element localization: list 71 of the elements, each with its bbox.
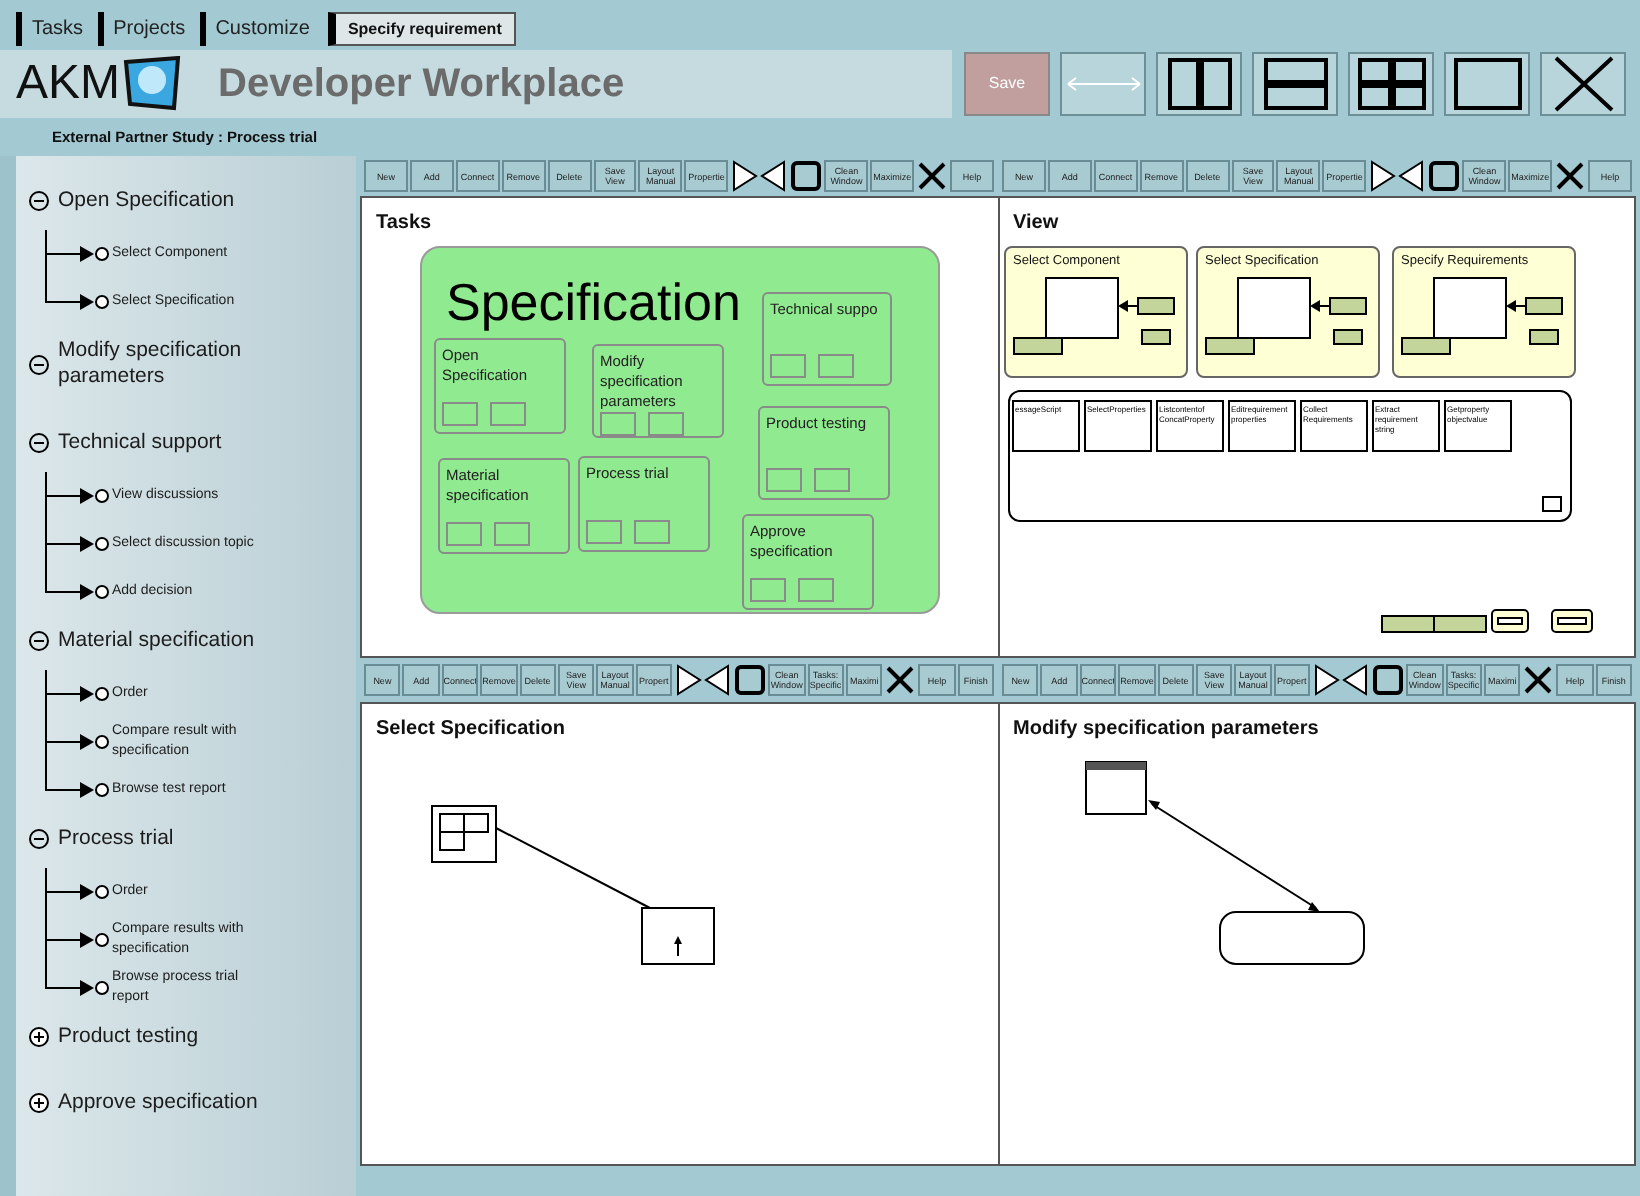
reverse-play-icon[interactable] (760, 160, 789, 192)
grid-icon (1355, 56, 1427, 112)
collapse-icon[interactable] (28, 432, 50, 454)
play-icon[interactable] (730, 160, 759, 192)
subtask-box (490, 402, 526, 426)
collapse-icon[interactable] (28, 630, 50, 652)
collapse-icon[interactable] (28, 353, 50, 375)
resize-box (1541, 496, 1561, 512)
close-icon[interactable] (1554, 160, 1587, 192)
collapse-icon[interactable] (28, 190, 50, 212)
reverse-play-icon[interactable] (704, 664, 733, 696)
window-icon[interactable] (734, 664, 767, 696)
window-icon[interactable] (1372, 664, 1405, 696)
tree-connector-icon (44, 472, 112, 520)
window-icon (1451, 56, 1523, 112)
logo-text: AKM (16, 56, 121, 112)
collapse-icon[interactable] (28, 828, 50, 850)
task-group-label[interactable]: Process trial (58, 826, 174, 852)
subtask-box (766, 468, 802, 492)
panel-title: Select Specification (376, 718, 565, 742)
play-icon[interactable] (1368, 160, 1397, 192)
head-logo-icon (122, 56, 183, 112)
subtask-box (798, 578, 834, 602)
reverse-play-icon[interactable] (1398, 160, 1427, 192)
play-icon[interactable] (1312, 664, 1341, 696)
tree-connector-icon (44, 868, 112, 916)
task-group-label[interactable]: Product testing (58, 1024, 199, 1050)
panel-title: Tasks (376, 212, 432, 236)
tree-connector-icon (44, 718, 112, 766)
subtask-box (818, 354, 854, 378)
play-icon[interactable] (674, 664, 703, 696)
layout-button[interactable] (1540, 52, 1626, 116)
subtask-box (446, 522, 482, 546)
tree-connector-icon (44, 670, 112, 718)
task-group-label[interactable]: Open Specification (58, 188, 235, 214)
expand-icon[interactable] (28, 1092, 50, 1114)
subtask-box (814, 468, 850, 492)
close-icon[interactable] (1522, 664, 1555, 696)
subtask-box (648, 412, 684, 436)
panel-title: Modify specification parameters (1013, 718, 1319, 742)
task-group-label[interactable]: Approve specification (58, 1090, 258, 1116)
close-icon (1551, 54, 1615, 114)
reverse-play-icon[interactable] (1342, 664, 1371, 696)
two-rows-icon (1261, 56, 1329, 112)
tree-connector-icon (44, 916, 112, 964)
layout-button[interactable] (1156, 52, 1242, 116)
subtask-box (494, 522, 530, 546)
expand-icon[interactable] (28, 1026, 50, 1048)
layout-button[interactable] (1444, 52, 1530, 116)
subtask-box (600, 412, 636, 436)
task-group-label[interactable]: Modify specification parameters (58, 338, 298, 390)
subtask-box (586, 520, 622, 544)
tree-connector-icon (44, 520, 112, 568)
window-icon[interactable] (790, 160, 823, 192)
tree-connector-icon (44, 230, 112, 278)
two-columns-icon (1165, 56, 1233, 112)
subtask-box (770, 354, 806, 378)
layout-button[interactable] (1348, 52, 1434, 116)
subtask-box (750, 578, 786, 602)
app-title: Developer Workplace (218, 60, 625, 110)
task-group-label[interactable]: Material specification (58, 628, 255, 654)
subtask-box (442, 402, 478, 426)
task-group-label[interactable]: Technical support (58, 430, 222, 456)
close-icon[interactable] (916, 160, 949, 192)
layout-button[interactable] (1252, 52, 1338, 116)
panel-title: View (1013, 212, 1059, 236)
container-title: Specification (446, 272, 741, 332)
close-icon[interactable] (884, 664, 917, 696)
nav-tab[interactable]: Specify requirement (327, 12, 516, 46)
subtask-box (634, 520, 670, 544)
window-icon[interactable] (1428, 160, 1461, 192)
